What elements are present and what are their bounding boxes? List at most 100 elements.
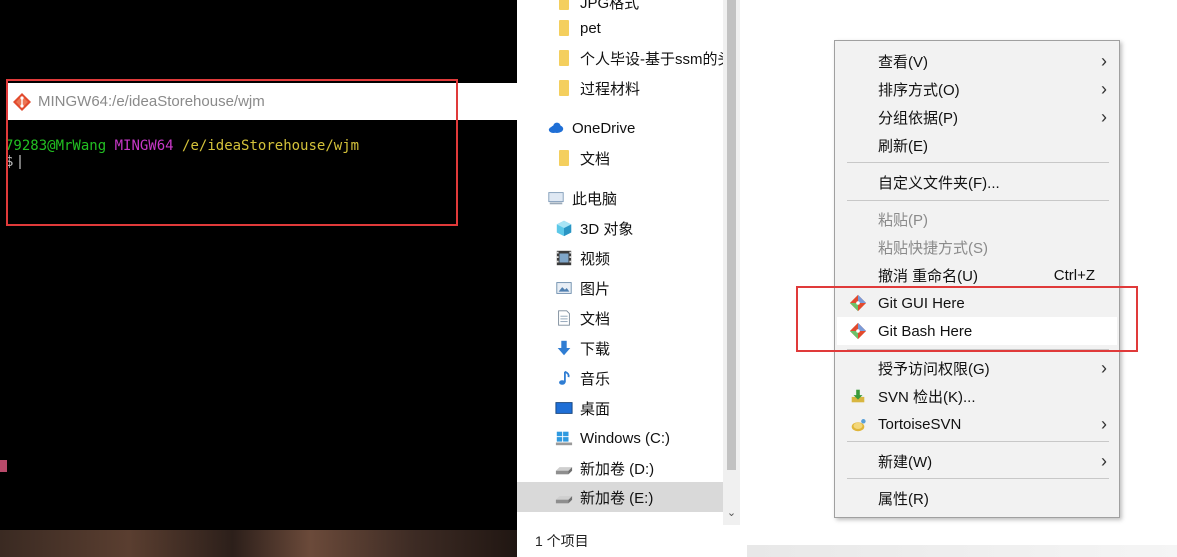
- submenu-arrow-icon: ›: [1101, 106, 1107, 127]
- menu-item-customize-folder[interactable]: 自定义文件夹(F)...: [837, 168, 1117, 196]
- menu-item-label: SVN 检出(K)...: [878, 388, 976, 406]
- menu-item-undo-rename[interactable]: 撤消 重命名(U) Ctrl+Z: [837, 261, 1117, 289]
- menu-item-shortcut: Ctrl+Z: [1053, 266, 1095, 284]
- nav-item-this-pc[interactable]: 此电脑: [547, 183, 617, 213]
- nav-item-3d-objects[interactable]: 3D 对象: [555, 213, 633, 243]
- nav-item-onedrive[interactable]: OneDrive: [547, 113, 635, 143]
- git-menu-highlight-box: [796, 286, 1138, 352]
- documents-icon: [558, 310, 570, 326]
- menu-item-paste[interactable]: 粘贴(P): [837, 205, 1117, 233]
- nav-item-label: 视频: [580, 250, 611, 268]
- nav-item-label: 下载: [580, 340, 611, 358]
- nav-item-music[interactable]: 音乐: [555, 363, 610, 393]
- computer-icon: [548, 192, 564, 205]
- menu-item-properties[interactable]: 属性(R): [837, 484, 1117, 512]
- menu-separator: [847, 478, 1109, 479]
- download-icon: [557, 340, 571, 356]
- folder-icon: [559, 20, 569, 36]
- scroll-down-arrow-icon[interactable]: ⌄: [723, 505, 740, 522]
- scrollbar-thumb[interactable]: [727, 0, 736, 470]
- submenu-arrow-icon: ›: [1101, 357, 1107, 378]
- menu-item-label: 自定义文件夹(F)...: [878, 174, 1000, 192]
- nav-item-label: 3D 对象: [580, 220, 634, 238]
- menu-item-grant-access[interactable]: 授予访问权限(G) ›: [837, 354, 1117, 382]
- nav-item-label: 此电脑: [572, 190, 618, 208]
- menu-item-label: 撤消 重命名(U): [878, 267, 978, 285]
- folder-icon: [559, 50, 569, 66]
- menu-item-label: 属性(R): [878, 490, 929, 508]
- nav-item-videos[interactable]: 视频: [555, 243, 610, 273]
- nav-item-desktop[interactable]: 桌面: [555, 393, 610, 423]
- menu-item-label: TortoiseSVN: [878, 415, 962, 433]
- onedrive-icon: [548, 122, 564, 133]
- submenu-arrow-icon: ›: [1101, 78, 1107, 99]
- explorer-navigation-pane[interactable]: JPG格式 pet 个人毕设-基于ssm的头 过程材料 OneDrive 文档 …: [517, 0, 747, 557]
- windows-drive-icon: [555, 431, 573, 446]
- nav-item-documents[interactable]: 文档: [555, 303, 610, 333]
- nav-item-label: Windows (C:): [580, 429, 671, 447]
- submenu-arrow-icon: ›: [1101, 413, 1107, 434]
- menu-item-svn-checkout[interactable]: SVN 检出(K)...: [837, 382, 1117, 410]
- folder-icon: [559, 0, 569, 10]
- nav-item-pictures[interactable]: 图片: [555, 273, 610, 303]
- menu-item-sort-by[interactable]: 排序方式(O) ›: [837, 75, 1117, 103]
- nav-item-label: JPG格式: [580, 0, 640, 12]
- nav-item-downloads[interactable]: 下载: [555, 333, 610, 363]
- 3d-objects-icon: [556, 220, 572, 237]
- item-count: 1 个项目: [535, 533, 589, 549]
- menu-item-refresh[interactable]: 刷新(E): [837, 131, 1117, 159]
- nav-item-drive-d[interactable]: 新加卷 (D:): [555, 453, 654, 483]
- menu-item-label: 刷新(E): [878, 137, 928, 155]
- nav-item-graduation-project[interactable]: 个人毕设-基于ssm的头: [555, 43, 723, 73]
- context-menu[interactable]: 查看(V) › 排序方式(O) › 分组依据(P) › 刷新(E) 自定义文件夹…: [834, 40, 1120, 518]
- video-icon: [556, 250, 572, 266]
- folder-icon: [559, 80, 569, 96]
- terminal-highlight-box: [6, 79, 458, 226]
- nav-item-label: 新加卷 (E:): [580, 489, 654, 507]
- nav-item-label: 个人毕设-基于ssm的头: [580, 50, 723, 68]
- folder-icon: [559, 150, 569, 166]
- submenu-arrow-icon: ›: [1101, 450, 1107, 471]
- nav-item-label: 过程材料: [580, 80, 641, 98]
- nav-item-label: 新加卷 (D:): [580, 460, 655, 478]
- menu-item-label: 粘贴快捷方式(S): [878, 239, 988, 257]
- nav-item-pet[interactable]: pet: [555, 13, 601, 43]
- nav-item-drive-e[interactable]: 新加卷 (E:): [517, 482, 723, 512]
- menu-item-tortoisesvn[interactable]: TortoiseSVN ›: [837, 410, 1117, 438]
- nav-item-onedrive-documents[interactable]: 文档: [555, 143, 610, 173]
- nav-item-process-materials[interactable]: 过程材料: [555, 73, 640, 103]
- menu-item-label: 排序方式(O): [878, 81, 960, 99]
- desktop-icon: [555, 402, 573, 414]
- menu-item-label: 查看(V): [878, 53, 928, 71]
- background-window-edge: [0, 225, 7, 530]
- menu-separator: [847, 162, 1109, 163]
- menu-separator: [847, 200, 1109, 201]
- menu-item-group-by[interactable]: 分组依据(P) ›: [837, 103, 1117, 131]
- nav-item-label: 图片: [580, 280, 611, 298]
- svn-checkout-icon: [851, 389, 865, 403]
- nav-item-label: 文档: [580, 150, 611, 168]
- background-strip: [747, 545, 1177, 557]
- nav-item-label: 桌面: [580, 400, 611, 418]
- nav-item-drive-c[interactable]: Windows (C:): [555, 423, 670, 453]
- menu-item-new[interactable]: 新建(W) ›: [837, 447, 1117, 475]
- nav-item-label: 文档: [580, 310, 611, 328]
- tortoisesvn-icon: [851, 419, 866, 432]
- menu-item-view[interactable]: 查看(V) ›: [837, 47, 1117, 75]
- menu-item-paste-shortcut[interactable]: 粘贴快捷方式(S): [837, 233, 1117, 261]
- status-bar: 1 个项目: [517, 525, 747, 557]
- nav-item-label: 音乐: [580, 370, 611, 388]
- menu-item-label: 粘贴(P): [878, 211, 928, 229]
- nav-item-label: OneDrive: [572, 119, 636, 137]
- nav-scrollbar[interactable]: ⌄: [723, 0, 740, 525]
- menu-item-label: 分组依据(P): [878, 109, 958, 127]
- menu-item-label: 新建(W): [878, 453, 933, 471]
- menu-item-label: 授予访问权限(G): [878, 360, 990, 378]
- menu-separator: [847, 441, 1109, 442]
- submenu-arrow-icon: ›: [1101, 50, 1107, 71]
- pictures-icon: [556, 282, 572, 294]
- desktop-wallpaper-strip: [0, 530, 517, 557]
- drive-icon: [555, 496, 573, 504]
- music-icon: [559, 370, 570, 385]
- drive-icon: [555, 467, 573, 475]
